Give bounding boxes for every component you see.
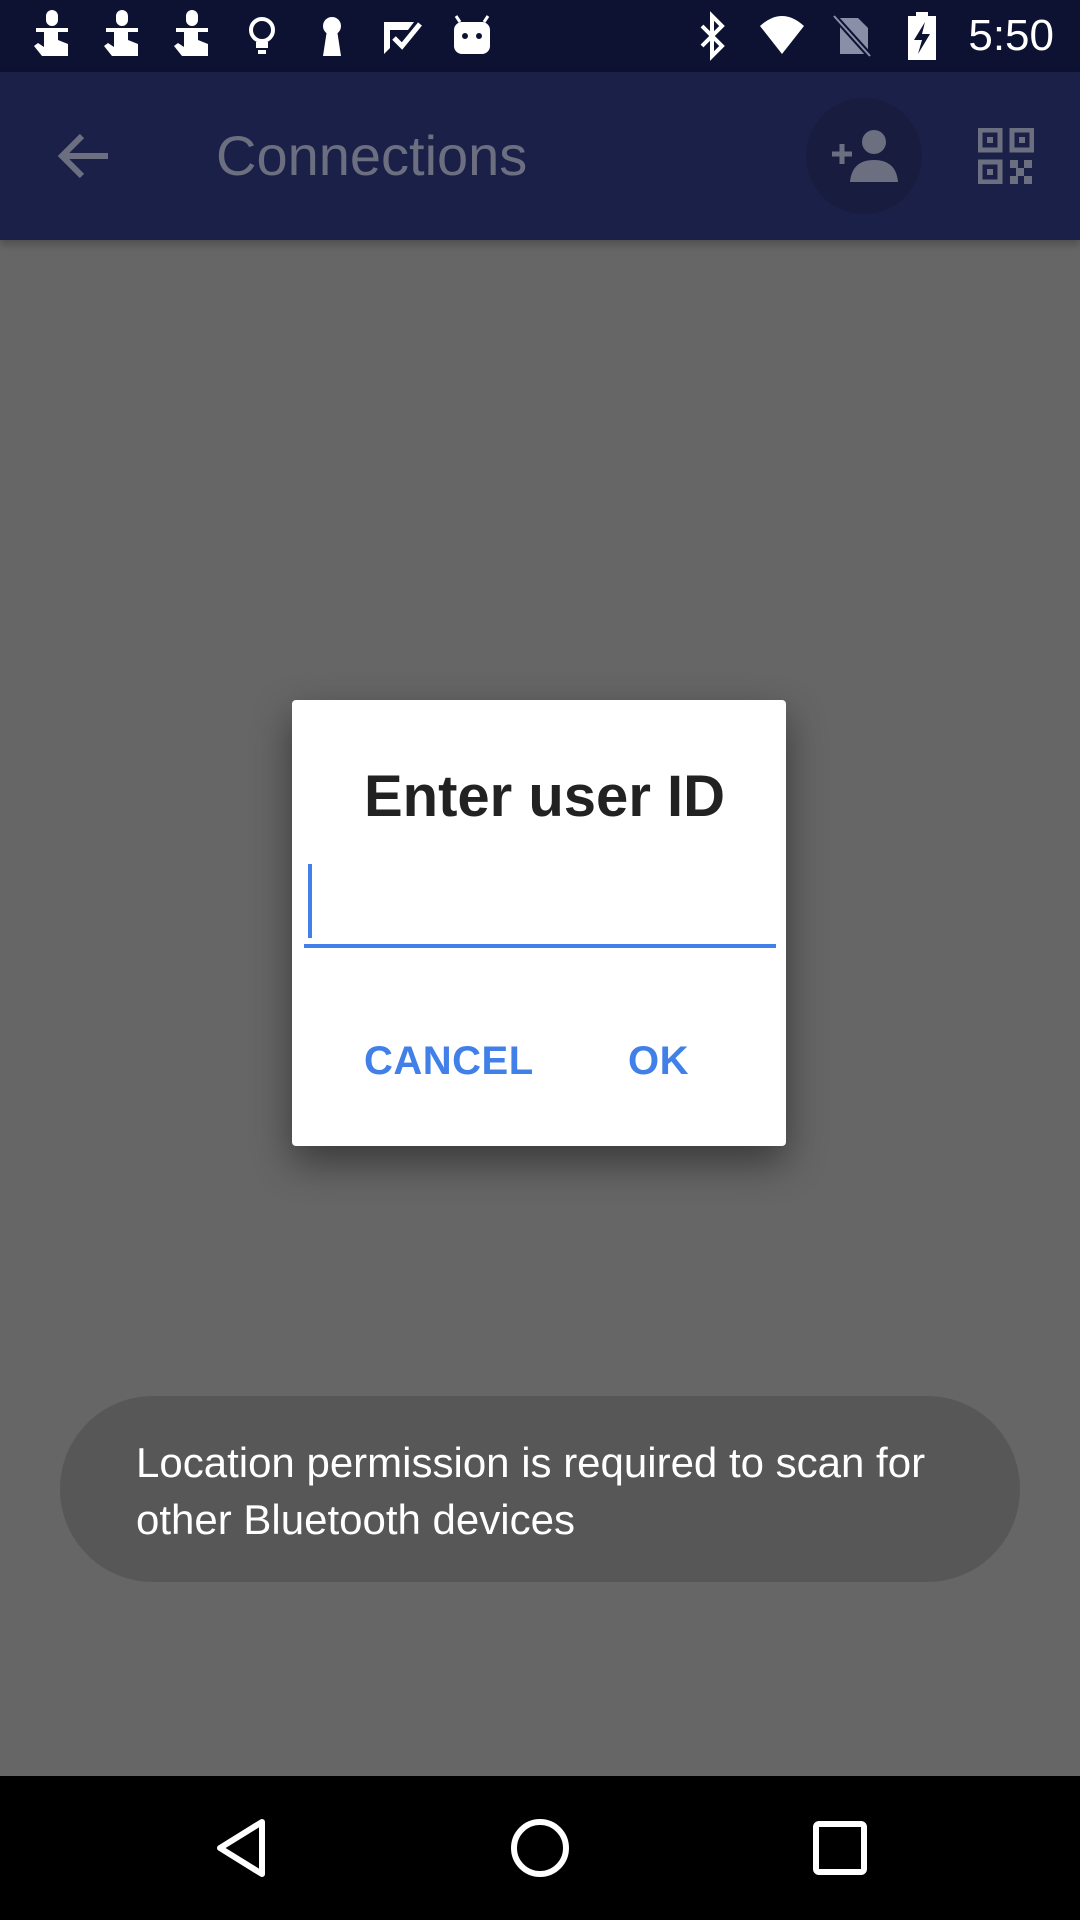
add-person-icon — [832, 130, 898, 182]
add-contact-button[interactable] — [806, 98, 922, 214]
screen: 5:50 Connections Enter user ID CANCEL OK… — [0, 0, 1080, 1920]
status-bar: 5:50 — [0, 0, 1080, 72]
checkmark-app-icon — [384, 22, 422, 54]
ok-button[interactable]: OK — [628, 1036, 689, 1086]
qr-code-icon[interactable] — [978, 128, 1034, 184]
app-bar: Connections — [0, 72, 1080, 240]
keyhole-icon — [323, 17, 341, 56]
touch-icon — [104, 10, 138, 56]
touch-icon — [34, 10, 68, 56]
cancel-button[interactable]: CANCEL — [364, 1036, 534, 1086]
nav-recents-icon[interactable] — [804, 1812, 876, 1884]
user-id-input[interactable] — [304, 866, 776, 948]
text-cursor — [308, 864, 312, 938]
lightbulb-icon — [249, 17, 275, 54]
bluetooth-icon — [700, 11, 726, 61]
android-icon — [454, 15, 490, 54]
notification-icons — [28, 10, 496, 62]
nav-back-icon[interactable] — [206, 1812, 278, 1884]
nav-home-icon[interactable] — [504, 1812, 576, 1884]
clock: 5:50 — [968, 11, 1054, 60]
toast-message: Location permission is required to scan … — [136, 1439, 926, 1543]
system-status-icons: 5:50 — [688, 8, 1054, 64]
wifi-icon — [760, 16, 805, 54]
dialog-title: Enter user ID — [364, 764, 725, 829]
enter-user-id-dialog: Enter user ID CANCEL OK — [292, 700, 786, 1146]
navigation-bar — [0, 1776, 1080, 1920]
battery-charging-icon — [908, 12, 937, 60]
no-sim-icon — [832, 13, 873, 59]
toast: Location permission is required to scan … — [60, 1396, 1020, 1582]
touch-icon — [174, 10, 208, 56]
back-arrow-icon[interactable] — [50, 122, 118, 190]
page-title: Connections — [216, 124, 528, 187]
